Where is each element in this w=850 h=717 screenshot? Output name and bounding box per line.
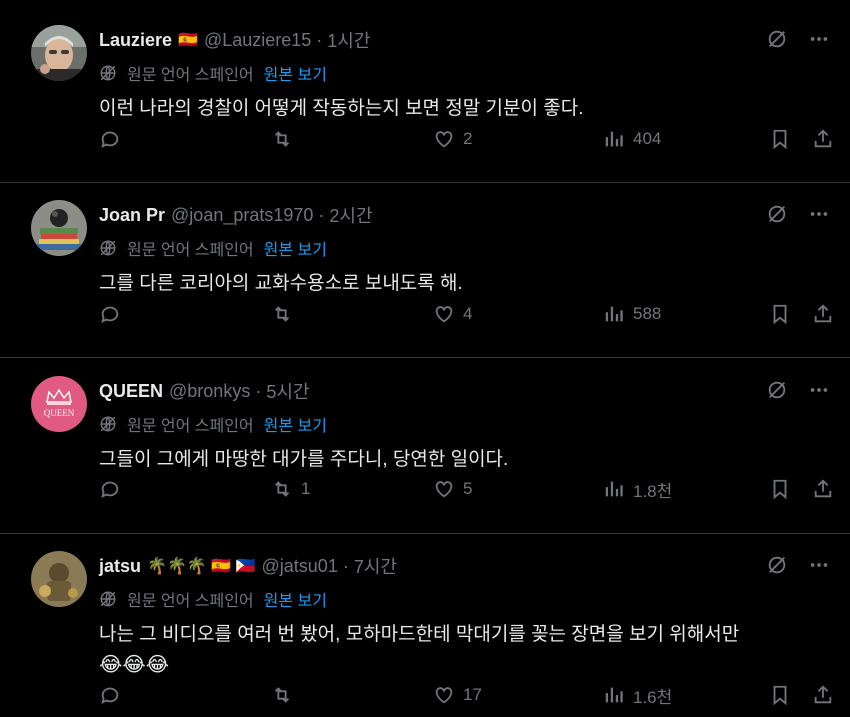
retweet-button[interactable]: [271, 128, 301, 150]
like-button[interactable]: 17: [433, 684, 482, 706]
like-count: 2: [463, 129, 473, 148]
tweet-emoji: 😂😂😂: [99, 654, 170, 676]
grok-icon[interactable]: [766, 554, 788, 576]
translate-icon: [99, 239, 117, 257]
views-button[interactable]: 588: [603, 303, 661, 325]
display-name[interactable]: Joan Pr: [99, 205, 165, 226]
bookmark-button[interactable]: [769, 128, 791, 150]
translate-icon: [99, 590, 117, 608]
show-original-link[interactable]: 원본 보기: [264, 587, 327, 611]
views-button[interactable]: 1.8천: [603, 477, 672, 502]
timestamp[interactable]: 1시간: [327, 27, 370, 53]
bookmark-button[interactable]: [769, 478, 791, 500]
avatar[interactable]: QUEEN: [31, 376, 87, 432]
show-original-link[interactable]: 원본 보기: [264, 236, 327, 260]
separator-dot: ·: [342, 555, 349, 576]
share-button[interactable]: [812, 303, 834, 325]
avatar[interactable]: [31, 200, 87, 256]
like-count: 4: [463, 304, 473, 323]
more-options-icon[interactable]: [808, 379, 830, 401]
share-button[interactable]: [812, 128, 834, 150]
views-button[interactable]: 404: [603, 128, 661, 150]
timestamp[interactable]: 7시간: [354, 553, 397, 579]
reply-button[interactable]: [99, 303, 121, 325]
user-handle[interactable]: @joan_prats1970: [171, 205, 313, 226]
tweet-text: 그들이 그에게 마땅한 대가를 주다니, 당연한 일이다.: [99, 449, 509, 470]
more-options-icon[interactable]: [808, 203, 830, 225]
share-button[interactable]: [812, 478, 834, 500]
timestamp[interactable]: 2시간: [329, 202, 372, 228]
views-count: 588: [633, 304, 662, 323]
like-count: 17: [463, 685, 482, 704]
tweet-text: 이런 나라의 경찰이 어떻게 작동하는지 보면 정말 기분이 좋다.: [99, 98, 584, 119]
display-name[interactable]: Lauziere: [99, 30, 172, 51]
display-name[interactable]: jatsu: [99, 556, 141, 577]
reply-button[interactable]: [99, 478, 121, 500]
like-button[interactable]: 2: [433, 128, 472, 150]
views-count: 1.6천: [633, 687, 673, 707]
retweet-button[interactable]: [271, 684, 301, 706]
name-emoji: 🌴🌴🌴 🇪🇸 🇵🇭: [147, 558, 256, 575]
translation-label: 원문 언어 스페인어: [127, 242, 254, 259]
grok-icon[interactable]: [766, 28, 788, 50]
tweet-text: 그를 다른 코리아의 교화수용소로 보내도록 해.: [99, 273, 463, 294]
views-count: 1.8천: [633, 481, 673, 501]
avatar-label: QUEEN: [44, 408, 75, 418]
like-button[interactable]: 4: [433, 303, 472, 325]
like-count: 5: [463, 479, 473, 498]
user-handle[interactable]: @bronkys: [169, 381, 250, 402]
tweet[interactable]: Joan Pr @joan_prats1970 · 2시간 원문 언어 스페인어…: [0, 183, 850, 358]
views-button[interactable]: 1.6천: [603, 683, 672, 708]
display-name[interactable]: QUEEN: [99, 381, 163, 402]
more-options-icon[interactable]: [808, 28, 830, 50]
more-options-icon[interactable]: [808, 554, 830, 576]
show-original-link[interactable]: 원본 보기: [264, 61, 327, 85]
grok-icon[interactable]: [766, 203, 788, 225]
translate-icon: [99, 64, 117, 82]
tweet-text: 나는 그 비디오를 여러 번 봤어, 모하마드한테 막대기를 꽂는 장면을 보기…: [99, 624, 740, 645]
separator-dot: ·: [318, 204, 325, 225]
tweet[interactable]: jatsu 🌴🌴🌴 🇪🇸 🇵🇭 @jatsu01 · 7시간 원문 언어 스페인…: [0, 534, 850, 717]
share-button[interactable]: [812, 684, 834, 706]
reply-feed: Lauziere 🇪🇸 @Lauziere15 · 1시간 원문 언어 스페인어…: [0, 0, 850, 717]
retweet-button[interactable]: [271, 303, 301, 325]
user-handle[interactable]: @jatsu01: [262, 556, 338, 577]
reply-button[interactable]: [99, 128, 121, 150]
like-button[interactable]: 5: [433, 478, 472, 500]
translation-label: 원문 언어 스페인어: [127, 418, 254, 435]
timestamp[interactable]: 5시간: [266, 378, 309, 404]
separator-dot: ·: [316, 29, 323, 50]
show-original-link[interactable]: 원본 보기: [264, 412, 327, 436]
bookmark-button[interactable]: [769, 684, 791, 706]
retweet-count: 1: [301, 479, 311, 498]
name-emoji: 🇪🇸: [178, 32, 198, 49]
separator-dot: ·: [255, 380, 262, 401]
translation-label: 원문 언어 스페인어: [127, 67, 254, 84]
user-handle[interactable]: @Lauziere15: [204, 30, 311, 51]
tweet[interactable]: QUEEN QUEEN @bronkys · 5시간 원문 언어 스페인어 원본…: [0, 358, 850, 534]
reply-button[interactable]: [99, 684, 121, 706]
bookmark-button[interactable]: [769, 303, 791, 325]
avatar[interactable]: [31, 551, 87, 607]
avatar[interactable]: [31, 25, 87, 81]
retweet-button[interactable]: 1: [271, 478, 310, 500]
views-count: 404: [633, 129, 662, 148]
translation-label: 원문 언어 스페인어: [127, 593, 254, 610]
translate-icon: [99, 415, 117, 433]
grok-icon[interactable]: [766, 379, 788, 401]
tweet[interactable]: Lauziere 🇪🇸 @Lauziere15 · 1시간 원문 언어 스페인어…: [0, 0, 850, 183]
